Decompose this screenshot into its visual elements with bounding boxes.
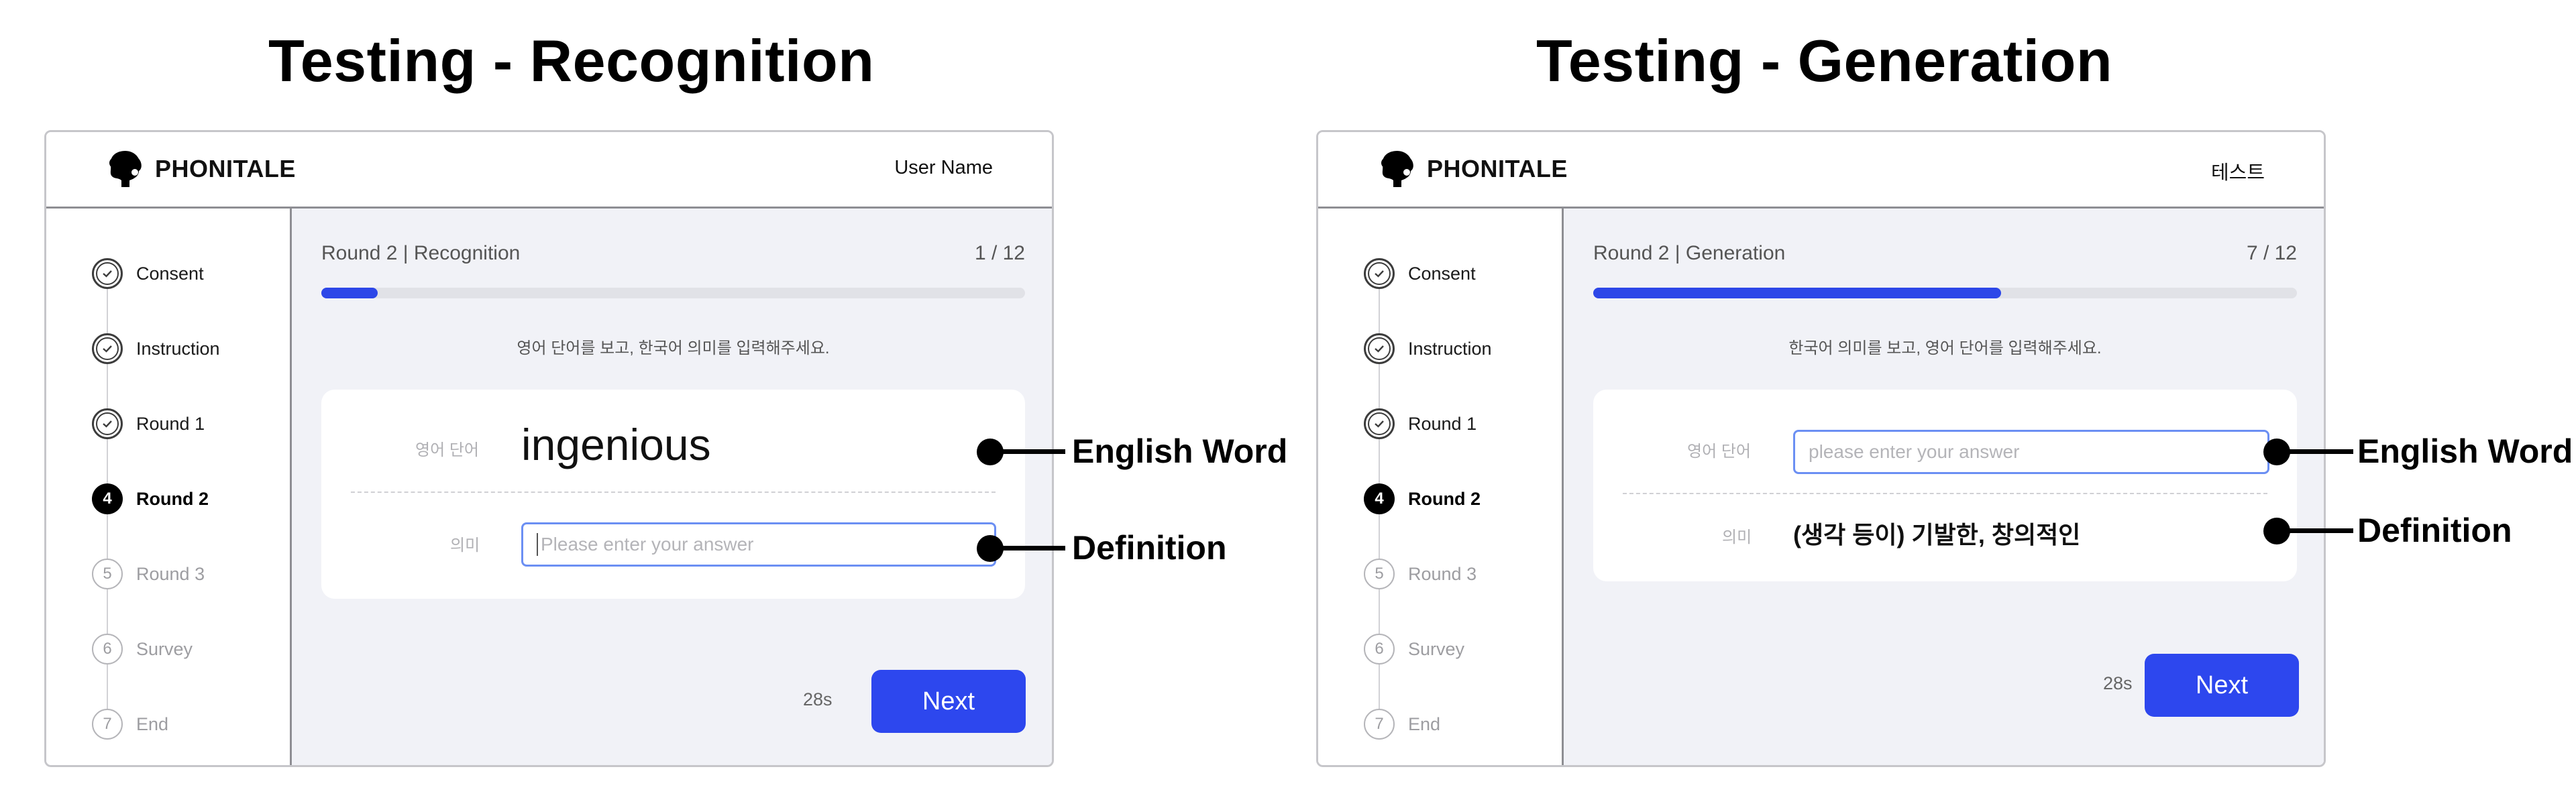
progress-sidebar: Consent Instruction Round 1 4 Round 2 5 Ro…: [1318, 209, 1564, 765]
main-content: Round 2 | Recognition 1 / 12 영어 단어를 보고, …: [292, 209, 1052, 765]
step-label: Survey: [1408, 638, 1465, 659]
input-placeholder: please enter your answer: [1809, 441, 2020, 462]
step-round-1[interactable]: Round 1: [92, 408, 205, 439]
step-label: Instruction: [1408, 338, 1492, 359]
korean-definition: (생각 등이) 기발한, 창의적인: [1793, 521, 2081, 548]
logo-icon: [109, 151, 142, 187]
step-round-2[interactable]: 4 Round 2: [1364, 483, 1481, 514]
main-content: Round 2 | Generation 7 / 12 한국어 의미를 보고, …: [1564, 209, 2324, 765]
annotation-line: [1000, 449, 1065, 454]
instruction-text: 영어 단어를 보고, 한국어 의미를 입력해주세요.: [517, 339, 830, 357]
check-circle-icon: [1364, 408, 1395, 439]
step-consent[interactable]: Consent: [92, 258, 204, 289]
user-name[interactable]: User Name: [894, 157, 993, 179]
word-label: 영어 단어: [1687, 443, 1751, 461]
annotation-definition: Definition: [2357, 512, 2512, 549]
answer-input[interactable]: Please enter your answer: [521, 522, 996, 567]
top-bar: PHONITALE 테스트: [1318, 132, 2324, 209]
step-survey[interactable]: 6 Survey: [1364, 634, 1464, 664]
step-survey[interactable]: 6 Survey: [92, 634, 193, 664]
word-label: 영어 단어: [415, 441, 479, 459]
progress-fill: [321, 288, 378, 298]
divider: [351, 491, 996, 493]
instruction-text: 한국어 의미를 보고, 영어 단어를 입력해주세요.: [1788, 339, 2102, 357]
step-label: Instruction: [136, 338, 220, 359]
divider: [1623, 493, 2267, 494]
round-title: Round 2 | Recognition: [321, 242, 521, 264]
meaning-label: 의미: [450, 536, 480, 555]
step-instruction[interactable]: Instruction: [1364, 333, 1492, 364]
progress-fill: [1593, 288, 2002, 298]
step-label: Consent: [136, 263, 204, 284]
step-end[interactable]: 7 End: [1364, 709, 1440, 740]
step-round-2[interactable]: 4 Round 2: [92, 483, 209, 514]
step-number: 4: [92, 483, 123, 514]
timer: 28s: [803, 689, 833, 709]
english-word: ingenious: [521, 420, 711, 469]
annotation-definition: Definition: [1072, 529, 1227, 567]
input-placeholder: Please enter your answer: [541, 534, 754, 555]
progress-bar: [1593, 288, 2297, 298]
step-label: Round 3: [1408, 563, 1477, 584]
question-card: 영어 단어 ingenious 의미 Please enter your ans…: [321, 390, 1025, 599]
step-number: 5: [92, 559, 123, 589]
generation-window: PHONITALE 테스트 Consent Instruction Round …: [1316, 130, 2326, 767]
question-counter: 1 / 12: [974, 242, 1025, 264]
logo-icon: [1381, 151, 1413, 187]
step-number: 6: [1364, 634, 1395, 664]
check-circle-icon: [1364, 258, 1395, 289]
step-number: 6: [92, 634, 123, 664]
check-circle-icon: [92, 258, 123, 289]
meaning-label: 의미: [1722, 528, 1752, 546]
step-consent[interactable]: Consent: [1364, 258, 1476, 289]
question-counter: 7 / 12: [2246, 242, 2297, 264]
step-number: 5: [1364, 559, 1395, 589]
brand-name: PHONITALE: [1427, 155, 1568, 182]
annotation-line: [1000, 546, 1065, 551]
step-round-3[interactable]: 5 Round 3: [92, 559, 205, 589]
step-label: Survey: [136, 638, 193, 659]
step-round-3[interactable]: 5 Round 3: [1364, 559, 1477, 589]
step-number: 7: [1364, 709, 1395, 740]
user-name[interactable]: 테스트: [2211, 157, 2265, 185]
next-button[interactable]: Next: [871, 670, 1026, 733]
check-circle-icon: [1364, 333, 1395, 364]
step-label: End: [136, 713, 169, 734]
step-number: 7: [92, 709, 123, 740]
left-panel-title: Testing - Recognition: [268, 27, 875, 94]
step-label: Round 1: [1408, 413, 1477, 434]
step-round-1[interactable]: Round 1: [1364, 408, 1477, 439]
step-instruction[interactable]: Instruction: [92, 333, 220, 364]
round-title: Round 2 | Generation: [1593, 242, 1786, 264]
check-circle-icon: [92, 333, 123, 364]
annotation-english-word: English Word: [1072, 432, 1288, 470]
step-label: Round 1: [136, 413, 205, 434]
annotation-line: [2286, 449, 2353, 454]
answer-input[interactable]: please enter your answer: [1793, 430, 2269, 474]
top-bar: PHONITALE User Name: [46, 132, 1052, 209]
text-caret: [537, 533, 538, 556]
step-label: Round 2: [136, 488, 209, 509]
progress-bar: [321, 288, 1025, 298]
step-label: Round 3: [136, 563, 205, 584]
annotation-line: [2286, 528, 2353, 533]
timer: 28s: [2103, 673, 2133, 693]
annotation-english-word: English Word: [2357, 432, 2573, 470]
progress-sidebar: Consent Instruction Round 1 4 Round 2 5 Ro…: [46, 209, 292, 765]
step-label: End: [1408, 713, 1441, 734]
recognition-window: PHONITALE User Name Consent Instruction …: [44, 130, 1054, 767]
step-label: Consent: [1408, 263, 1476, 284]
check-circle-icon: [92, 408, 123, 439]
next-button[interactable]: Next: [2145, 654, 2299, 717]
right-panel-title: Testing - Generation: [1536, 27, 2113, 94]
step-number: 4: [1364, 483, 1395, 514]
step-end[interactable]: 7 End: [92, 709, 168, 740]
question-card: 영어 단어 please enter your answer 의미 (생각 등이…: [1593, 390, 2297, 581]
step-label: Round 2: [1408, 488, 1481, 509]
brand-name: PHONITALE: [155, 155, 296, 182]
